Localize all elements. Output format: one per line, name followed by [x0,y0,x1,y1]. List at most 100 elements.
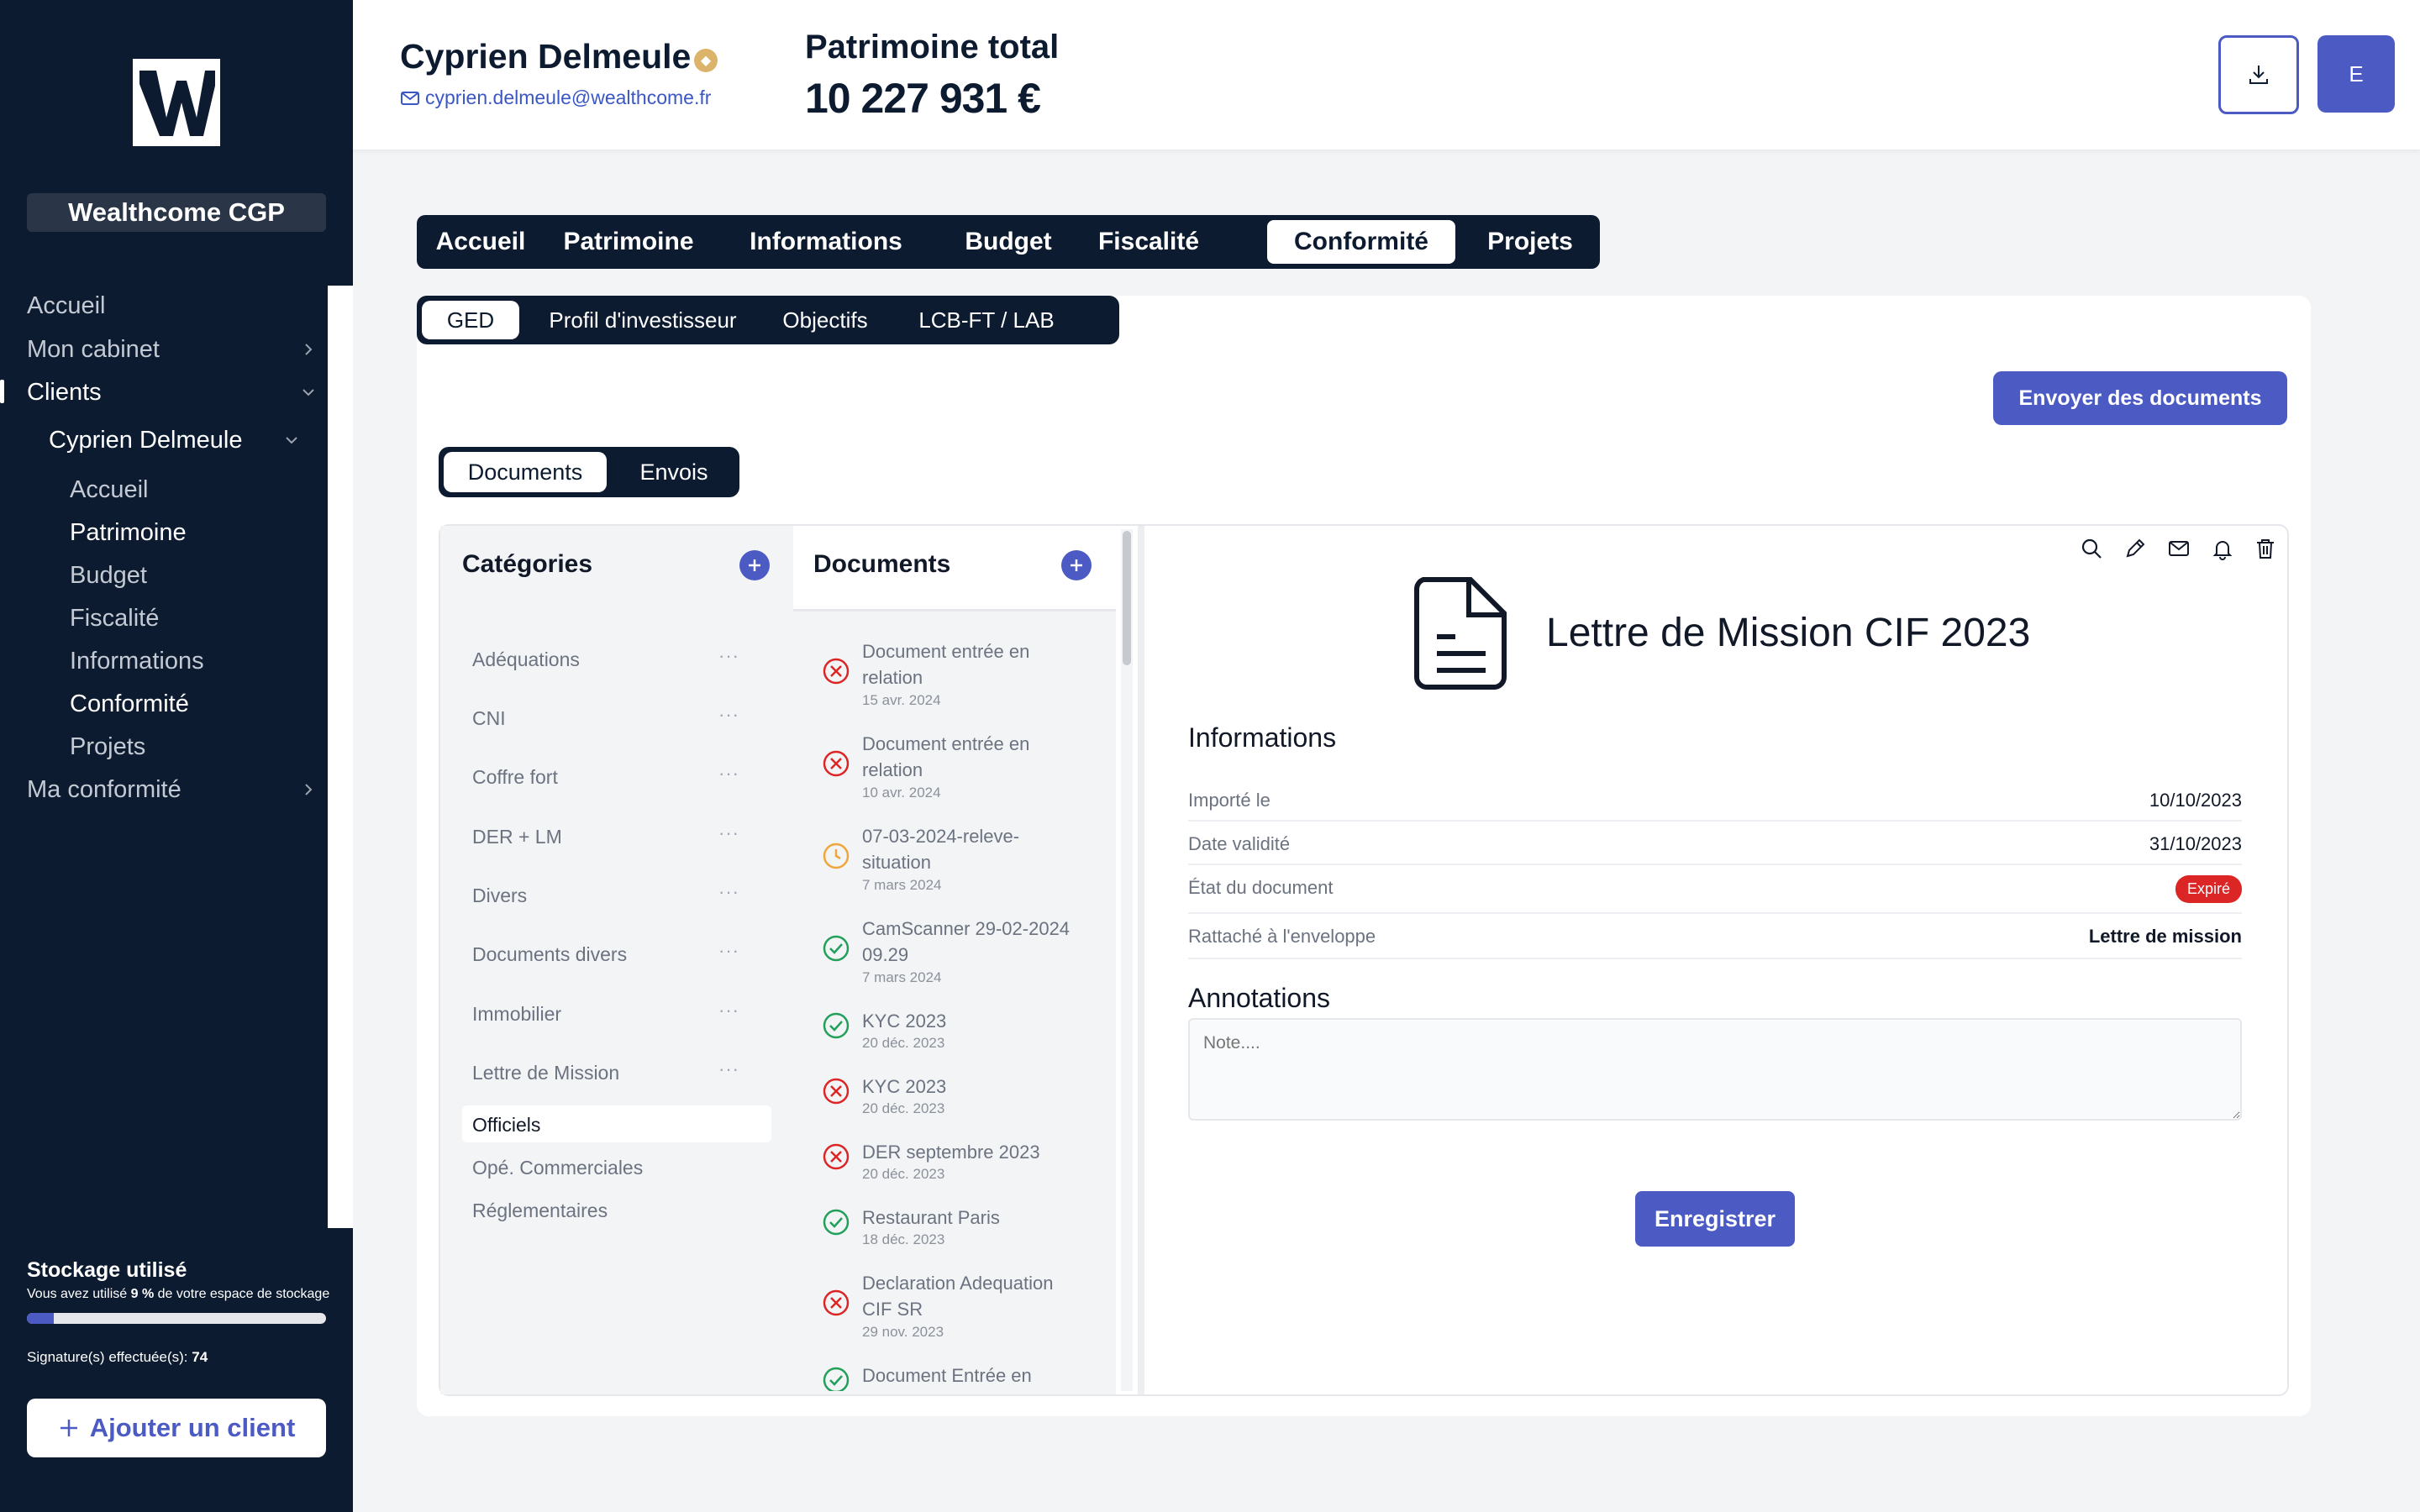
document-name: 07-03-2024-releve-situation [862,826,1020,873]
sidebar-item-label: Clients [27,378,102,406]
edit-icon[interactable] [2123,536,2148,561]
total-wealth-label: Patrimoine total [805,29,1060,66]
bell-icon[interactable] [2210,536,2235,561]
save-button[interactable]: Enregistrer [1635,1191,1795,1247]
subtab-ged[interactable]: GED [422,301,519,339]
info-label: Importé le [1188,790,1270,811]
info-row-validity: Date validité 31/10/2023 [1188,822,2242,865]
info-label: État du document [1188,877,1334,898]
document-date: 20 déc. 2023 [862,1035,945,1051]
plus-icon [1071,559,1082,571]
client-email: cyprien.delmeule@wealthcome.fr [425,87,712,108]
document-list-item[interactable]: Document entrée en relation 15 avr. 2024 [822,638,1074,722]
status-pending-icon [823,843,850,869]
sidebar-subitem-budget[interactable]: Budget [70,559,147,592]
client-email-link[interactable]: cyprien.delmeule@wealthcome.fr [400,87,711,109]
status-rejected-icon [823,750,850,777]
document-name: Declaration Adequation CIF SR [862,1273,1054,1320]
sidebar-item-label: Cyprien Delmeule [49,426,243,454]
sidebar-item-label: Accueil [70,475,149,503]
document-name: Document entrée en relation [862,641,1030,688]
trash-icon[interactable] [2253,536,2278,561]
tab-conformite[interactable]: Conformité [1267,220,1455,264]
document-name: Document entrée en relation [862,733,1030,780]
add-client-button[interactable]: Ajouter un client [27,1399,326,1457]
search-icon[interactable] [2079,536,2104,561]
add-client-label: Ajouter un client [89,1413,296,1442]
document-list-item[interactable]: 07-03-2024-releve-situation 7 mars 2024 [822,823,1074,907]
download-button[interactable] [2218,35,2299,114]
document-file-icon [1414,577,1507,690]
toggle-envois[interactable]: Envois [613,452,734,492]
sidebar-item-label: Patrimoine [70,518,187,546]
informations-title: Informations [1188,722,1337,753]
subtab-lcb-ft[interactable]: LCB-FT / LAB [904,301,1069,339]
info-value: Lettre de mission [2088,926,2242,947]
tab-patrimoine[interactable]: Patrimoine [555,220,702,264]
send-documents-button[interactable]: Envoyer des documents [1993,371,2287,425]
tab-budget[interactable]: Budget [951,220,1065,264]
document-date: 7 mars 2024 [862,969,942,985]
sidebar-item-accueil[interactable]: Accueil [27,289,313,323]
documents-title: Documents [813,550,951,578]
status-rejected-icon [823,1078,850,1105]
add-category-button[interactable] [739,550,770,580]
document-date: 15 avr. 2024 [862,692,941,708]
document-date: 29 nov. 2023 [862,1324,944,1340]
document-date: 18 déc. 2023 [862,1231,945,1247]
add-document-button[interactable] [1061,550,1092,580]
status-valid-icon [823,935,850,962]
sidebar-item-label: Mon cabinet [27,335,160,363]
document-list-item[interactable]: Declaration Adequation CIF SR 29 nov. 202… [822,1270,1074,1354]
tab-fiscalite[interactable]: Fiscalité [1086,220,1212,264]
document-name: CamScanner 29-02-2024 09.29 [862,918,1071,965]
info-label: Rattaché à l'enveloppe [1188,926,1376,947]
status-rejected-icon [823,1143,850,1170]
status-valid-icon [823,1012,850,1039]
user-avatar-button[interactable]: E [2317,35,2395,113]
chevron-right-icon [305,344,313,355]
info-value: 31/10/2023 [2149,833,2242,854]
tab-informations[interactable]: Informations [721,220,931,264]
info-label: Date validité [1188,833,1291,854]
toggle-documents[interactable]: Documents [444,452,607,492]
document-name: DER septembre 2023 [862,1142,1040,1163]
categories-title: Catégories [462,550,593,578]
tab-accueil[interactable]: Accueil [429,220,533,264]
client-status-badge-icon: ◆ [694,49,718,72]
main-tabs: Accueil Patrimoine Informations Budget F… [417,215,1600,269]
document-title: Lettre de Mission CIF 2023 [1546,611,2031,655]
sidebar-item-mon-cabinet[interactable]: Mon cabinet [27,333,318,366]
sidebar-item-client-cyprien[interactable]: Cyprien Delmeule [49,423,301,457]
document-date: 20 déc. 2023 [862,1100,945,1116]
document-name: Document Entrée en [862,1365,1032,1386]
mail-icon [401,91,419,105]
total-wealth-value: 10 227 931 € [805,75,1041,122]
mail-icon[interactable] [2166,536,2191,561]
annotation-note-input[interactable] [1188,1018,2242,1121]
status-badge: Expiré [2175,875,2242,903]
tab-projets[interactable]: Projets [1472,220,1588,264]
wealthcome-logo[interactable] [133,59,220,146]
sidebar-item-label: Budget [70,561,147,589]
chevron-down-icon [286,437,297,444]
active-nav-marker [0,380,4,403]
document-date: 20 déc. 2023 [862,1166,945,1182]
document-list-item[interactable]: Document entrée en relation 10 avr. 2024 [822,731,1074,815]
sidebar-subitem-patrimoine[interactable]: Patrimoine [70,516,187,549]
sidebar-subitem-accueil[interactable]: Accueil [70,473,149,507]
info-row-envelope: Rattaché à l'enveloppe Lettre de mission [1188,914,2242,959]
chevron-down-icon [302,389,314,396]
document-list-item[interactable]: CamScanner 29-02-2024 09.29 7 mars 2024 [822,916,1074,1000]
document-name: KYC 2023 [862,1076,947,1097]
document-date: 7 mars 2024 [862,877,942,893]
sidebar-item-clients[interactable]: Clients [27,375,318,409]
status-rejected-icon [823,1289,850,1316]
info-row-status: État du document Expiré [1188,865,2242,914]
subtab-profil-investisseur[interactable]: Profil d'investisseur [534,301,751,339]
subtab-objectifs[interactable]: Objectifs [766,301,884,339]
document-list-item[interactable]: Document Entrée en [822,1362,1074,1391]
firm-name: Wealthcome CGP [27,193,326,232]
info-value: 10/10/2023 [2149,790,2242,811]
sidebar-item-label: Accueil [27,291,106,319]
